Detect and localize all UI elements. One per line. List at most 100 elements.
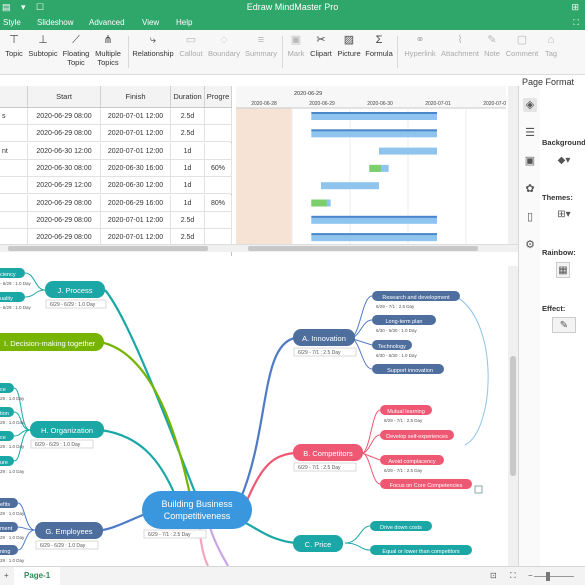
subtopic-support-innovation[interactable]: Support innovation [372, 364, 444, 374]
attachment-button[interactable]: ⌇ Attachment [440, 34, 480, 58]
gantt-cell-start[interactable]: 2020-06-29 08:00 [28, 194, 101, 212]
subtopic-focus-core-competencies[interactable]: Focus on Core Competencies [380, 479, 472, 489]
boundary-button[interactable]: ◌ Boundary [206, 34, 242, 58]
menu-style[interactable]: Style [3, 18, 21, 27]
gantt-cell-finish[interactable]: 2020-07-01 12:00 [101, 125, 171, 143]
menu-help[interactable]: Help [176, 18, 192, 27]
gantt-cell-finish[interactable]: 2020-07-01 12:00 [101, 108, 171, 125]
gantt-cell-start[interactable]: 2020-06-29 08:00 [28, 108, 101, 125]
gantt-cell-finish[interactable]: 2020-06-29 16:00 [101, 194, 171, 212]
callout-button[interactable]: ▭ Callout [176, 34, 206, 58]
gantt-cell-progress[interactable]: 60% [205, 159, 232, 177]
gantt-header-progress[interactable]: Progre [205, 86, 232, 108]
gantt-cell-progress[interactable] [205, 108, 232, 125]
central-topic[interactable]: Building Business Competitiveness 6/29 -… [142, 491, 252, 539]
gantt-cell-duration[interactable]: 1d [171, 194, 205, 212]
gantt-header-task[interactable] [0, 86, 28, 108]
gantt-table-scroll-thumb[interactable] [8, 246, 208, 251]
topic-employees[interactable]: G. Employees 6/29 - 6/29 : 1.0 Day [35, 522, 103, 550]
hyperlink-button[interactable]: ⚭ Hyperlink [401, 34, 439, 58]
gantt-cell-name[interactable] [0, 159, 28, 177]
topic-innovation[interactable]: A. Innovation 6/29 - 7/1 : 2.5 Day [293, 329, 357, 357]
subtopic-org-4[interactable]: ure 29 : 1.0 Day [0, 456, 25, 474]
effect-brush-icon[interactable]: ✎ [552, 317, 576, 333]
expand-toggle-icon[interactable] [474, 485, 483, 494]
zoom-out-icon[interactable]: − [528, 571, 533, 580]
background-fill-icon[interactable]: ◆▾ [554, 153, 574, 169]
menu-slideshow[interactable]: Slideshow [37, 18, 73, 27]
multiple-topics-button[interactable]: ⋔ Multiple Topics [92, 34, 124, 67]
relationship-button[interactable]: ⤷ Relationship [131, 34, 175, 58]
gantt-horizontal-scrollbar[interactable] [0, 244, 518, 252]
gantt-cell-finish[interactable]: 2020-06-30 16:00 [101, 159, 171, 177]
note-button[interactable]: ✎ Note [481, 34, 503, 58]
subtopic-button[interactable]: ⊥ Subtopic [27, 34, 59, 58]
topic-process[interactable]: J. Process 6/29 - 6/29 : 1.0 Day [45, 281, 107, 309]
zoom-slider[interactable] [534, 576, 574, 577]
settings-icon[interactable]: ⚙ [523, 238, 537, 252]
image-icon[interactable]: ▣ [523, 154, 537, 168]
add-page-button[interactable]: + [4, 571, 9, 580]
gantt-chart-scroll-thumb[interactable] [248, 246, 478, 251]
themes-icon[interactable]: ⊞▾ [554, 207, 574, 223]
subtopic-emp-2[interactable]: ment 29 : 1.0 Day [0, 522, 25, 540]
gantt-cell-name[interactable] [0, 194, 28, 212]
floating-topic-button[interactable]: ⟋ Floating Topic [60, 34, 92, 67]
subtopic-research[interactable]: Research and development 6/29 - 7/1 : 2.… [372, 291, 460, 309]
subtopic-org-3[interactable]: ce 29 : 1.0 Day [0, 431, 25, 449]
page-tab[interactable]: Page-1 [14, 567, 61, 585]
page-format-icon[interactable]: ◈ [523, 98, 537, 112]
gantt-header-finish[interactable]: Finish [101, 86, 171, 108]
gantt-header-start[interactable]: Start [28, 86, 101, 108]
subtopic-mutual-learning[interactable]: Mutual learning 6/29 - 7/1 : 2.5 Day [380, 405, 432, 423]
summary-button[interactable]: ≡ Summary [243, 34, 279, 58]
picture-button[interactable]: ▨ Picture [335, 34, 363, 58]
subtopic-drive-down-costs[interactable]: Drive down costs [370, 521, 432, 531]
gantt-cell-finish[interactable]: 2020-07-01 12:00 [101, 142, 171, 160]
gantt-cell-progress[interactable] [205, 177, 232, 195]
topic-decision-making[interactable]: I. Decision-making together [0, 333, 104, 351]
window-controls-icon[interactable]: ⊞ [571, 2, 579, 13]
gantt-header-duration[interactable]: Duration [171, 86, 205, 108]
gantt-cell-start[interactable]: 2020-06-29 08:00 [28, 125, 101, 143]
subtopic-equal-or-lower[interactable]: Equal or lower than competitors [370, 545, 472, 555]
gantt-cell-duration[interactable]: 1d [171, 177, 205, 195]
gantt-cell-name[interactable]: s [0, 108, 28, 125]
topic-button[interactable]: ⊤ Topic [2, 34, 26, 58]
gantt-cell-progress[interactable] [205, 211, 232, 229]
gantt-cell-name[interactable] [0, 211, 28, 229]
topic-price[interactable]: C. Price [293, 535, 343, 552]
subtopic-emp-1[interactable]: efits 29 : 1.0 Day [0, 498, 25, 516]
map-scroll-thumb[interactable] [510, 356, 516, 476]
zoom-slider-handle[interactable] [546, 572, 550, 581]
clipart-panel-icon[interactable]: ✿ [523, 182, 537, 196]
gantt-vertical-scrollbar[interactable] [508, 86, 518, 246]
gantt-cell-start[interactable]: 2020-06-29 12:00 [28, 177, 101, 195]
topic-organization[interactable]: H. Organization 6/29 - 6/29 : 1.0 Day [30, 421, 104, 449]
mind-map-canvas[interactable]: Building Business Competitiveness 6/29 -… [0, 266, 508, 566]
gantt-cell-start[interactable]: 2020-06-30 08:00 [28, 159, 101, 177]
gantt-cell-progress[interactable] [205, 142, 232, 160]
subtopic-develop-self-experiences[interactable]: Develop self-experiences [380, 430, 454, 440]
menu-advanced[interactable]: Advanced [89, 18, 125, 27]
fit-page-icon[interactable]: ⊡ [490, 571, 497, 580]
topic-competitors[interactable]: B. Competitors 6/29 - 7/1 : 2.5 Day [293, 444, 363, 472]
map-vertical-scrollbar[interactable] [508, 266, 518, 566]
gantt-cell-name[interactable] [0, 177, 28, 195]
menu-view[interactable]: View [142, 18, 159, 27]
subtopic-avoid-complacency[interactable]: Avoid complacency 6/29 - 7/1 : 2.5 Day [380, 455, 444, 473]
comment-button[interactable]: ▢ Comment [504, 34, 540, 58]
subtopic-efficiency[interactable]: ciency - 6/29 : 1.0 Day [0, 268, 32, 286]
list-icon[interactable]: ☰ [523, 126, 537, 140]
gantt-cell-duration[interactable]: 1d [171, 142, 205, 160]
formula-button[interactable]: Σ Formula [364, 34, 394, 58]
gantt-cell-finish[interactable]: 2020-06-30 12:00 [101, 177, 171, 195]
user-icon[interactable]: ⛶ [573, 18, 579, 28]
gantt-cell-finish[interactable]: 2020-07-01 12:00 [101, 211, 171, 229]
gantt-cell-duration[interactable]: 1d [171, 159, 205, 177]
mark-button[interactable]: ▣ Mark [285, 34, 307, 58]
gantt-cell-progress[interactable] [205, 125, 232, 143]
clipart-button[interactable]: ✂ Clipart [308, 34, 334, 58]
gantt-cell-duration[interactable]: 2.5d [171, 125, 205, 143]
gantt-cell-start[interactable]: 2020-06-29 08:00 [28, 211, 101, 229]
